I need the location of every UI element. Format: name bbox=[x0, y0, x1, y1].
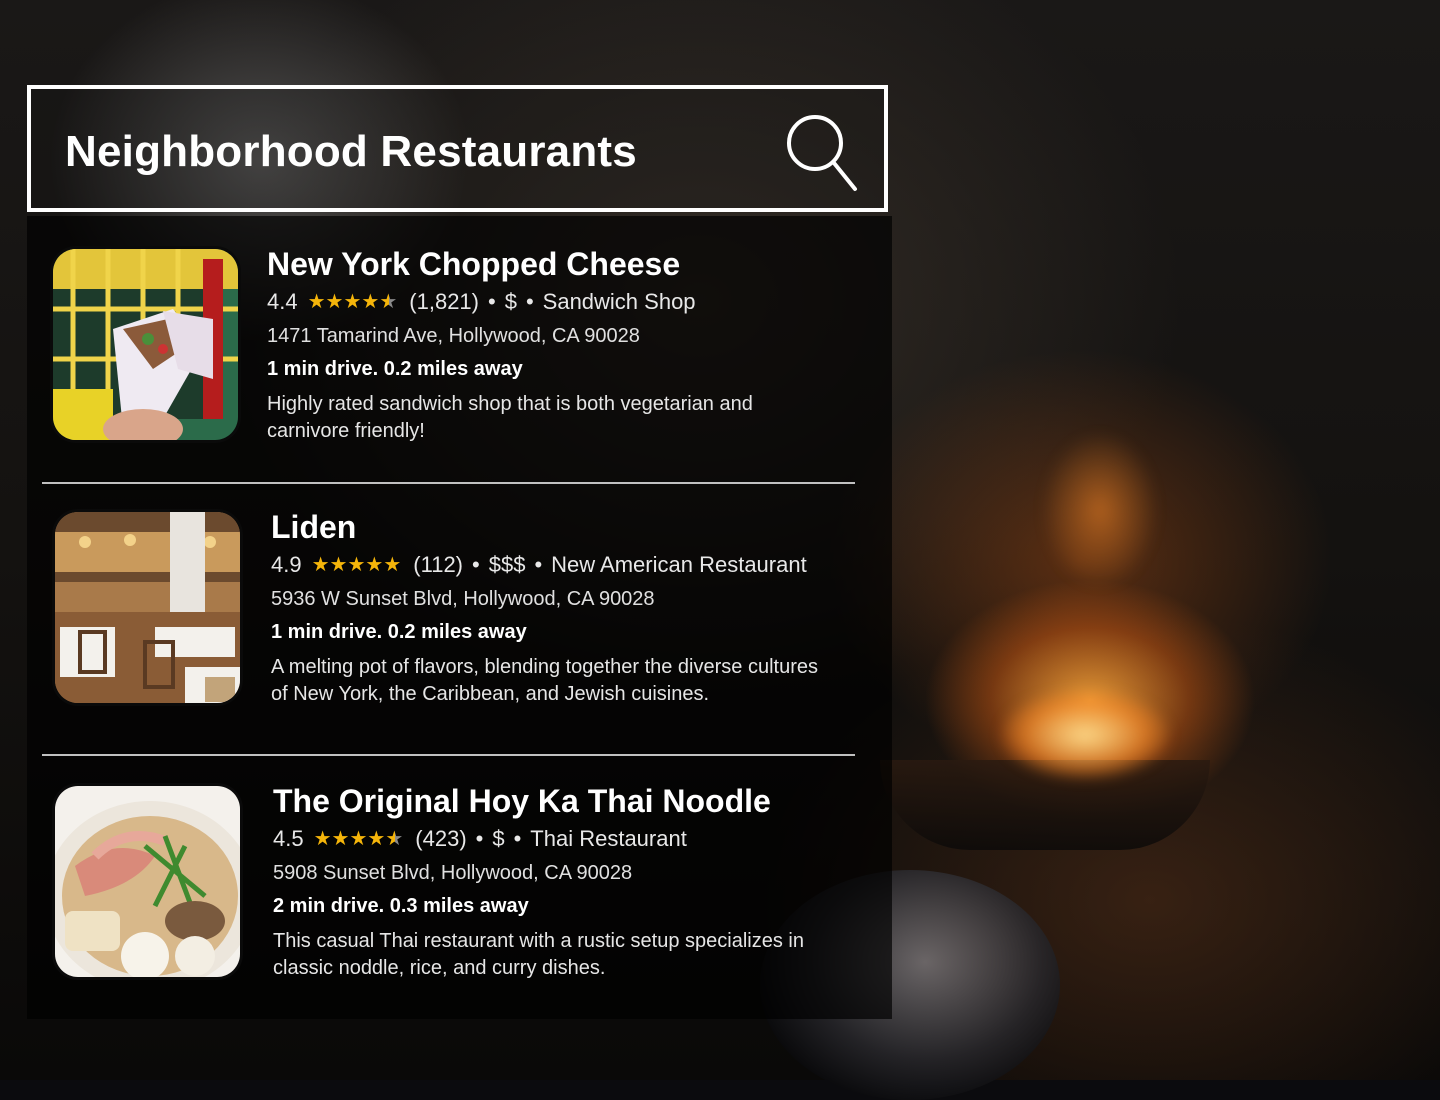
page-title: Neighborhood Restaurants bbox=[65, 127, 637, 176]
results-panel: New York Chopped Cheese 4.4 ★ ★ ★ ★ ★ (1… bbox=[27, 216, 892, 1019]
star-rating: ★ ★ ★ ★ ★ bbox=[308, 292, 398, 312]
star-icon: ★ bbox=[347, 554, 366, 576]
restaurant-name[interactable]: New York Chopped Cheese bbox=[267, 246, 827, 283]
star-icon: ★ bbox=[367, 828, 386, 850]
star-icon: ★ bbox=[365, 554, 384, 576]
price-level: $ bbox=[492, 826, 505, 851]
restaurant-address[interactable]: 1471 Tamarind Ave, Hollywood, CA 90028 bbox=[267, 325, 827, 348]
sandwich-shop-photo bbox=[53, 249, 238, 440]
restaurant-interior-photo bbox=[55, 512, 240, 703]
separator-dot: • bbox=[513, 826, 522, 851]
search-icon[interactable] bbox=[785, 113, 859, 193]
restaurant-address[interactable]: 5936 W Sunset Blvd, Hollywood, CA 90028 bbox=[271, 588, 831, 611]
star-icon: ★ bbox=[349, 828, 368, 850]
separator-dot: • bbox=[525, 289, 534, 314]
star-rating: ★ ★ ★ ★ ★ bbox=[312, 555, 402, 575]
half-star-icon: ★ bbox=[379, 291, 398, 313]
restaurant-meta: 4.9 ★ ★ ★ ★ ★ (112) • $$$ • New American… bbox=[271, 552, 831, 578]
review-count[interactable]: (112) bbox=[413, 552, 463, 578]
search-bar[interactable]: Neighborhood Restaurants bbox=[27, 85, 888, 212]
rating-value: 4.5 bbox=[273, 826, 304, 851]
restaurant-address[interactable]: 5908 Sunset Blvd, Hollywood, CA 90028 bbox=[273, 862, 833, 885]
separator-dot: • bbox=[475, 826, 484, 851]
restaurant-category: Sandwich Shop bbox=[542, 289, 696, 314]
restaurant-meta: 4.4 ★ ★ ★ ★ ★ (1,821) • $ • Sandwich Sho… bbox=[267, 289, 827, 315]
restaurant-meta: 4.5 ★ ★ ★ ★ ★ (423) • $ • Thai Restauran… bbox=[273, 826, 833, 852]
star-icon: ★ bbox=[307, 291, 326, 313]
rating-value: 4.4 bbox=[267, 289, 298, 314]
restaurant-thumbnail bbox=[50, 246, 241, 443]
star-icon: ★ bbox=[361, 291, 380, 313]
review-count[interactable]: (423) bbox=[415, 826, 466, 852]
restaurant-thumbnail bbox=[52, 509, 243, 706]
restaurant-description: Highly rated sandwich shop that is both … bbox=[267, 393, 753, 442]
price-level: $$$ bbox=[488, 552, 526, 577]
star-rating: ★ ★ ★ ★ ★ bbox=[314, 829, 404, 849]
divider bbox=[42, 754, 855, 756]
star-icon: ★ bbox=[383, 554, 402, 576]
star-icon: ★ bbox=[325, 291, 344, 313]
half-star-icon: ★ bbox=[385, 828, 404, 850]
restaurant-category: Thai Restaurant bbox=[530, 826, 687, 851]
star-icon: ★ bbox=[329, 554, 348, 576]
thai-noodle-photo bbox=[55, 786, 240, 977]
rating-value: 4.9 bbox=[271, 552, 302, 577]
review-count[interactable]: (1,821) bbox=[409, 289, 479, 315]
separator-dot: • bbox=[534, 552, 543, 577]
restaurant-description: This casual Thai restaurant with a rusti… bbox=[273, 930, 804, 979]
separator-dot: • bbox=[472, 552, 480, 577]
star-icon: ★ bbox=[311, 554, 330, 576]
background-fire-glow bbox=[1040, 430, 1160, 590]
background-flame bbox=[1000, 690, 1170, 780]
star-icon: ★ bbox=[313, 828, 332, 850]
restaurant-category: New American Restaurant bbox=[551, 552, 807, 577]
drive-distance: 2 min drive. 0.3 miles away bbox=[273, 895, 529, 917]
restaurant-name[interactable]: The Original Hoy Ka Thai Noodle bbox=[273, 783, 833, 820]
restaurant-description: A melting pot of flavors, blending toget… bbox=[271, 656, 818, 705]
separator-dot: • bbox=[488, 289, 496, 314]
drive-distance: 1 min drive. 0.2 miles away bbox=[271, 621, 527, 643]
star-icon: ★ bbox=[331, 828, 350, 850]
star-icon: ★ bbox=[343, 291, 362, 313]
drive-distance: 1 min drive. 0.2 miles away bbox=[267, 358, 523, 380]
restaurant-name[interactable]: Liden bbox=[271, 509, 831, 546]
restaurant-thumbnail bbox=[52, 783, 243, 980]
price-level: $ bbox=[504, 289, 517, 314]
divider bbox=[42, 482, 855, 484]
